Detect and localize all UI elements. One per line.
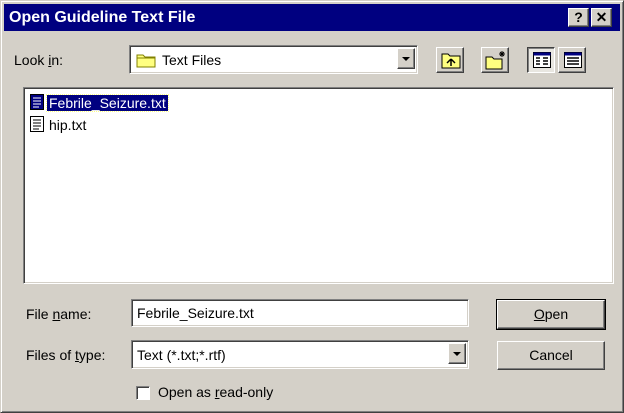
file-type-value: Text (*.txt;*.rtf) xyxy=(137,347,226,363)
file-name-label: Febrile_Seizure.txt xyxy=(46,94,169,112)
file-list[interactable]: Febrile_Seizure.txt hip.txt xyxy=(23,87,614,284)
help-icon: ? xyxy=(574,9,583,25)
file-type-dropdown[interactable]: Text (*.txt;*.rtf) xyxy=(131,340,469,369)
list-view-button[interactable] xyxy=(527,47,555,73)
help-button[interactable]: ? xyxy=(568,8,589,27)
look-in-value: Text Files xyxy=(162,52,222,68)
close-button[interactable]: ✕ xyxy=(591,8,612,27)
file-name-label: hip.txt xyxy=(49,117,87,133)
close-icon: ✕ xyxy=(595,9,608,25)
create-new-folder-button[interactable] xyxy=(481,47,509,73)
up-one-level-icon xyxy=(441,51,461,72)
file-name-field[interactable]: Febrile_Seizure.txt xyxy=(131,299,469,327)
dialog-title: Open Guideline Text File xyxy=(9,9,196,26)
open-file-dialog: Open Guideline Text File ? ✕ Look in: Te… xyxy=(0,0,624,413)
file-item-hip[interactable]: hip.txt xyxy=(30,115,88,135)
file-item-febrile-seizure[interactable]: Febrile_Seizure.txt xyxy=(30,93,169,113)
up-one-level-button[interactable] xyxy=(436,47,464,73)
file-type-dropdown-arrow[interactable] xyxy=(448,343,466,364)
read-only-label[interactable]: Open as read-only xyxy=(158,384,273,400)
file-name-value: Febrile_Seizure.txt xyxy=(137,305,254,321)
title-bar[interactable]: Open Guideline Text File ? ✕ xyxy=(4,4,620,31)
details-view-button[interactable] xyxy=(558,47,586,73)
folder-icon xyxy=(136,52,156,71)
file-type-label: Files of type: xyxy=(26,347,106,363)
details-view-icon xyxy=(564,52,582,71)
text-file-icon xyxy=(30,115,44,135)
list-view-icon xyxy=(533,52,551,71)
read-only-checkbox[interactable] xyxy=(136,386,150,400)
look-in-label: Look in: xyxy=(14,52,64,68)
file-name-label: File name: xyxy=(26,306,92,322)
look-in-dropdown-arrow[interactable] xyxy=(397,48,415,69)
cancel-button[interactable]: Cancel xyxy=(497,341,605,370)
text-file-icon xyxy=(30,93,44,113)
look-in-dropdown[interactable]: Text Files xyxy=(129,45,418,74)
create-new-folder-icon xyxy=(485,50,507,73)
open-button[interactable]: Open xyxy=(496,299,606,330)
